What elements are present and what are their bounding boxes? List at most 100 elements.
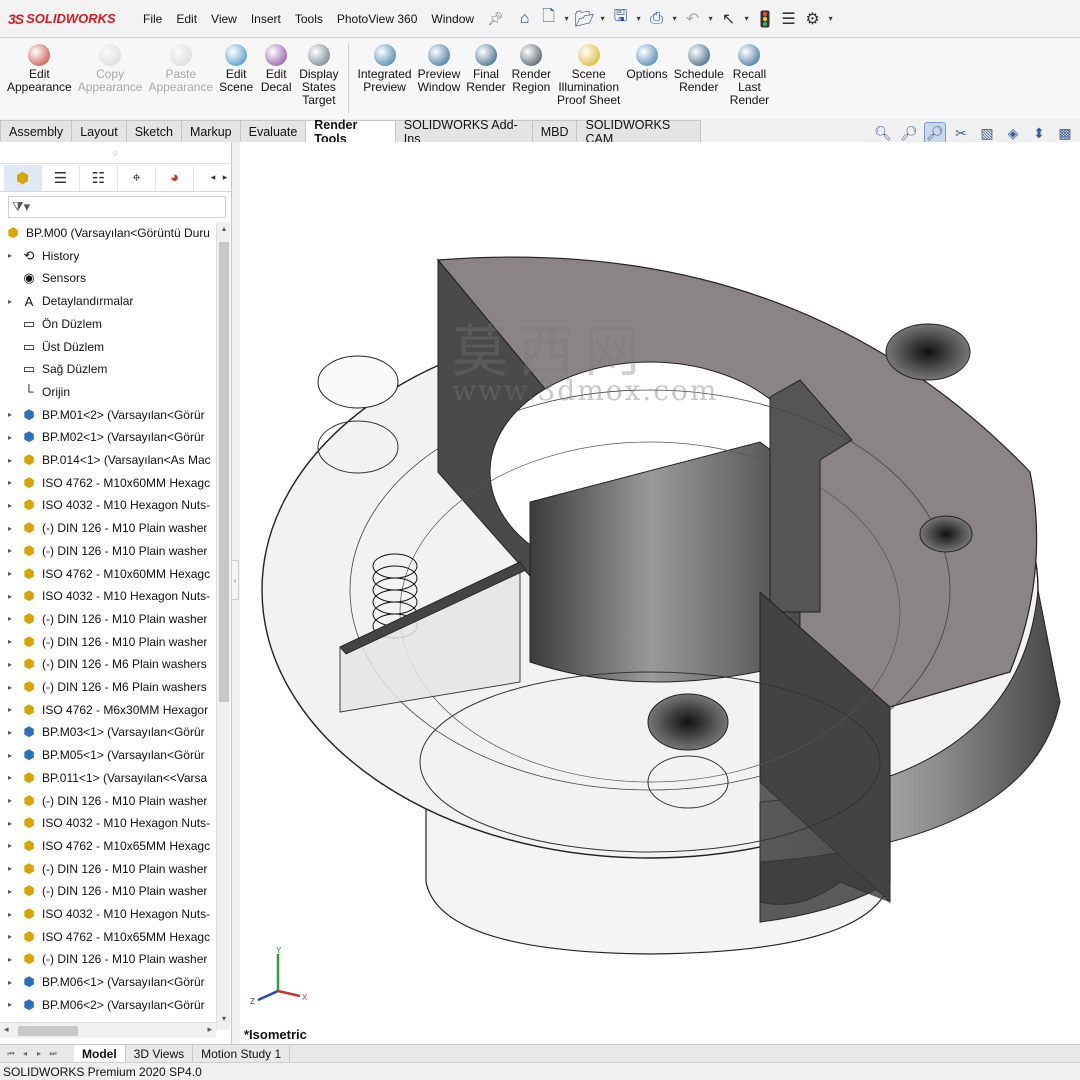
tree-item[interactable]: └ Orijin — [0, 381, 216, 403]
last-tab-icon[interactable]: ⏭ — [46, 1049, 60, 1059]
tree-item[interactable]: ▸ ⬢ BP.M02<1> (Varsayılan<Görür — [0, 426, 216, 448]
expand-arrow-icon[interactable]: ▸ — [8, 705, 20, 714]
render-region-button[interactable]: Render Region — [509, 39, 554, 119]
tree-item[interactable]: ▸ ⬢ (-) DIN 126 - M10 Plain washer — [0, 517, 216, 539]
dimxpert-manager-tab-icon[interactable]: ⌖ — [118, 164, 156, 191]
tree-item[interactable]: ▸ ⬢ (-) DIN 126 - M10 Plain washer — [0, 790, 216, 812]
tab-mbd[interactable]: MBD — [531, 120, 578, 142]
flange-hub-model[interactable] — [240, 142, 1080, 1044]
tree-item[interactable]: ▸ ⬢ (-) DIN 126 - M6 Plain washers — [0, 653, 216, 675]
tree-item[interactable]: ▸ ⬢ (-) DIN 126 - M6 Plain washers — [0, 676, 216, 698]
print-dropdown-icon[interactable]: ▾ — [670, 14, 680, 23]
save-dropdown-icon[interactable]: ▾ — [634, 14, 644, 23]
menu-insert[interactable]: Insert — [244, 12, 288, 26]
tree-horizontal-scrollbar[interactable]: ◂ ▸ — [0, 1022, 216, 1038]
expand-arrow-icon[interactable]: ▸ — [8, 637, 20, 646]
select-dropdown-icon[interactable]: ▾ — [742, 14, 752, 23]
expand-arrow-icon[interactable]: ▸ — [8, 978, 20, 987]
expand-arrow-icon[interactable]: ▸ — [8, 592, 20, 601]
expand-arrow-icon[interactable]: ▸ — [8, 410, 20, 419]
tree-item[interactable]: ▸ ⬢ BP.M01<2> (Varsayılan<Görür — [0, 404, 216, 426]
view-orientation-icon[interactable]: ▧ — [976, 122, 998, 144]
edit-scene-button[interactable]: Edit Scene — [216, 39, 256, 119]
expand-arrow-icon[interactable]: ▸ — [8, 297, 20, 306]
tree-item[interactable]: ▸ A Detaylandırmalar — [0, 290, 216, 312]
tree-item[interactable]: ▸ ⬢ ISO 4032 - M10 Hexagon Nuts- — [0, 585, 216, 607]
hscroll-thumb[interactable] — [18, 1026, 78, 1036]
tree-item[interactable]: ▸ ⬢ BP.011<1> (Varsayılan<<Varsa — [0, 767, 216, 789]
integrated-preview-button[interactable]: Integrated Preview — [355, 39, 415, 119]
print-icon[interactable]: ⎙ — [646, 8, 668, 30]
property-manager-tab-icon[interactable]: ☰ — [42, 164, 80, 191]
tree-item[interactable]: ◉ Sensors — [0, 267, 216, 289]
section-view-icon[interactable]: ✂ — [950, 122, 972, 144]
expand-arrow-icon[interactable]: ▸ — [8, 546, 20, 555]
tab-solidworks-cam[interactable]: SOLIDWORKS CAM — [576, 118, 701, 146]
tree-item[interactable]: ⬢ BP.M00 (Varsayılan<Görüntü Duru — [0, 222, 216, 244]
tab-evaluate[interactable]: Evaluate — [239, 120, 307, 142]
expand-arrow-icon[interactable]: ▸ — [8, 796, 20, 805]
menu-window[interactable]: Window — [424, 12, 481, 26]
expand-arrow-icon[interactable]: ▸ — [8, 524, 20, 533]
hide-show-items-icon[interactable]: ⬍ — [1028, 122, 1050, 144]
tree-item[interactable]: ▸ ⬢ (-) DIN 126 - M10 Plain washer — [0, 948, 216, 970]
tree-item[interactable]: ▸ ⬢ (-) DIN 126 - M10 Plain washer — [0, 540, 216, 562]
bottom-tab-motion-study-1[interactable]: Motion Study 1 — [193, 1044, 291, 1063]
tree-item[interactable]: ▸ ⬢ BP.M06<1> (Varsayılan<Görür — [0, 971, 216, 993]
tree-item[interactable]: ▸ ⬢ (-) DIN 126 - M10 Plain washer — [0, 880, 216, 902]
feature-tree-filter[interactable]: ⧩▾ — [8, 196, 226, 218]
tree-item[interactable]: ▸ ⬢ (-) DIN 126 - M10 Plain washer — [0, 631, 216, 653]
options-gear-icon[interactable]: ⚙ — [802, 8, 824, 30]
zoom-to-area-icon[interactable]: 🔎︎ — [898, 122, 920, 144]
menu-edit[interactable]: Edit — [169, 12, 204, 26]
tree-item[interactable]: ▸ ⬢ BP.014<1> (Varsayılan<As Mac — [0, 449, 216, 471]
previous-view-icon[interactable]: 🔎︎ — [924, 122, 946, 144]
edit-appearance-view-icon[interactable]: ▩ — [1054, 122, 1076, 144]
copy-appearance-button[interactable]: Copy Appearance — [75, 39, 146, 119]
tabs-right-arrow-icon[interactable]: ▸ — [219, 172, 231, 183]
prev-tab-icon[interactable]: ◂ — [18, 1049, 32, 1059]
expand-arrow-icon[interactable]: ▸ — [8, 501, 20, 510]
select-cursor-icon[interactable]: ↖ — [718, 8, 740, 30]
menu-view[interactable]: View — [204, 12, 244, 26]
tab-layout[interactable]: Layout — [71, 120, 127, 142]
tree-item[interactable]: ▸ ⬢ (-) DIN 126 - M10 Plain washer — [0, 858, 216, 880]
final-render-button[interactable]: Final Render — [463, 39, 508, 119]
tree-item[interactable]: ▸ ⬢ ISO 4032 - M10 Hexagon Nuts- — [0, 903, 216, 925]
bottom-tab-3d-views[interactable]: 3D Views — [126, 1044, 194, 1063]
file-properties-icon[interactable]: ☰ — [778, 8, 800, 30]
expand-arrow-icon[interactable]: ▸ — [8, 910, 20, 919]
expand-arrow-icon[interactable]: ▸ — [8, 251, 20, 260]
tab-render-tools[interactable]: Render Tools — [305, 118, 396, 146]
tab-sketch[interactable]: Sketch — [125, 120, 182, 142]
tree-item[interactable]: ▸ ⬢ ISO 4762 - M10x65MM Hexagc — [0, 835, 216, 857]
scene-illumination-proof-sheet-button[interactable]: Scene Illumination Proof Sheet — [554, 39, 623, 119]
scroll-thumb[interactable] — [219, 242, 229, 702]
scroll-right-icon[interactable]: ▸ — [207, 1024, 212, 1035]
tree-item[interactable]: ▸ ⬢ BP.M05<1> (Varsayılan<Görür — [0, 744, 216, 766]
rebuild-traffic-light-icon[interactable] — [754, 8, 776, 30]
tree-item[interactable]: ▭ Ön Düzlem — [0, 313, 216, 335]
menu-photoview-360[interactable]: PhotoView 360 — [330, 12, 425, 26]
expand-arrow-icon[interactable]: ▸ — [8, 569, 20, 578]
panel-collapse-handle[interactable]: ‹ — [231, 560, 239, 600]
expand-arrow-icon[interactable]: ▸ — [8, 614, 20, 623]
expand-arrow-icon[interactable]: ▸ — [8, 660, 20, 669]
expand-arrow-icon[interactable]: ▸ — [8, 864, 20, 873]
panel-grip-icon[interactable]: ○ — [0, 142, 231, 164]
recall-last-render-button[interactable]: Recall Last Render — [727, 39, 772, 119]
tree-item[interactable]: ▸ ⟲ History — [0, 245, 216, 267]
tree-item[interactable]: ▸ ⬢ BP.M03<1> (Varsayılan<Görür — [0, 721, 216, 743]
new-document-icon[interactable]: 🗋 — [538, 8, 560, 30]
expand-arrow-icon[interactable]: ▸ — [8, 773, 20, 782]
scroll-up-icon[interactable]: ▴ — [217, 224, 231, 238]
expand-arrow-icon[interactable]: ▸ — [8, 841, 20, 850]
expand-arrow-icon[interactable]: ▸ — [8, 478, 20, 487]
expand-arrow-icon[interactable]: ▸ — [8, 887, 20, 896]
graphics-area[interactable]: 莫西网 www.3dmox.com Y X Z *Isometric — [240, 142, 1080, 1044]
bottom-tab-model[interactable]: Model — [74, 1044, 126, 1063]
undo-dropdown-icon[interactable]: ▾ — [706, 14, 716, 23]
scroll-down-icon[interactable]: ▾ — [217, 1014, 231, 1028]
tree-item[interactable]: ▸ ⬢ ISO 4032 - M10 Hexagon Nuts- — [0, 812, 216, 834]
tree-item[interactable]: ▸ ⬢ ISO 4762 - M10x60MM Hexagc — [0, 472, 216, 494]
